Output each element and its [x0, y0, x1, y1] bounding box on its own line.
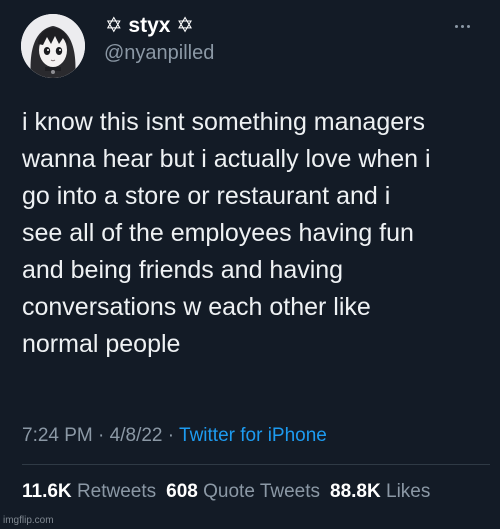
retweets-stat[interactable]: 11.6K Retweets [22, 481, 156, 502]
quote-tweets-stat[interactable]: 608 Quote Tweets [166, 481, 320, 502]
tweet-text-line: i know this isnt something managers [22, 108, 425, 136]
avatar-anime-girl-icon [21, 14, 85, 78]
avatar[interactable] [21, 14, 85, 78]
tweet-text-line: wanna hear but i actually love when i [22, 145, 431, 173]
tweet-text-line: see all of the employees having fun [22, 219, 414, 247]
tweet-source-link[interactable]: Twitter for iPhone [179, 425, 327, 446]
watermark: imgflip.com [3, 515, 54, 526]
tweet-text: i know this isnt something managers wann… [22, 104, 492, 363]
likes-stat[interactable]: 88.8K Likes [330, 481, 430, 502]
tweet-text-line: and being friends and having [22, 256, 344, 284]
separator: · [98, 425, 105, 446]
quote-tweets-label: Quote Tweets [203, 481, 321, 502]
user-handle[interactable]: @nyanpilled [104, 41, 214, 65]
divider [22, 464, 490, 465]
retweets-label: Retweets [76, 481, 157, 502]
tweet-text-line: conversations w each other like [22, 293, 371, 321]
tweet-time[interactable]: 7:24 PM [22, 425, 93, 446]
engagement-stats: 11.6K Retweets 608 Quote Tweets 88.8K Like… [22, 480, 430, 504]
more-options-icon[interactable] [455, 20, 477, 32]
retweets-count: 11.6K [22, 481, 72, 502]
separator: · [167, 425, 175, 446]
likes-count: 88.8K [330, 481, 381, 502]
likes-label: Likes [386, 481, 431, 502]
quote-tweets-count: 608 [166, 481, 198, 502]
tweet-card: ✡ styx ✡ @nyanpilled i know this isnt so… [0, 0, 500, 529]
display-name[interactable]: ✡ styx ✡ [105, 13, 194, 39]
tweet-metadata: 7:24 PM · 4/8/22 · Twitter for iPhone [22, 424, 327, 448]
tweet-date[interactable]: 4/8/22 [110, 425, 163, 446]
tweet-text-line: normal people [22, 330, 181, 358]
tweet-text-line: go into a store or restaurant and i [22, 182, 391, 210]
